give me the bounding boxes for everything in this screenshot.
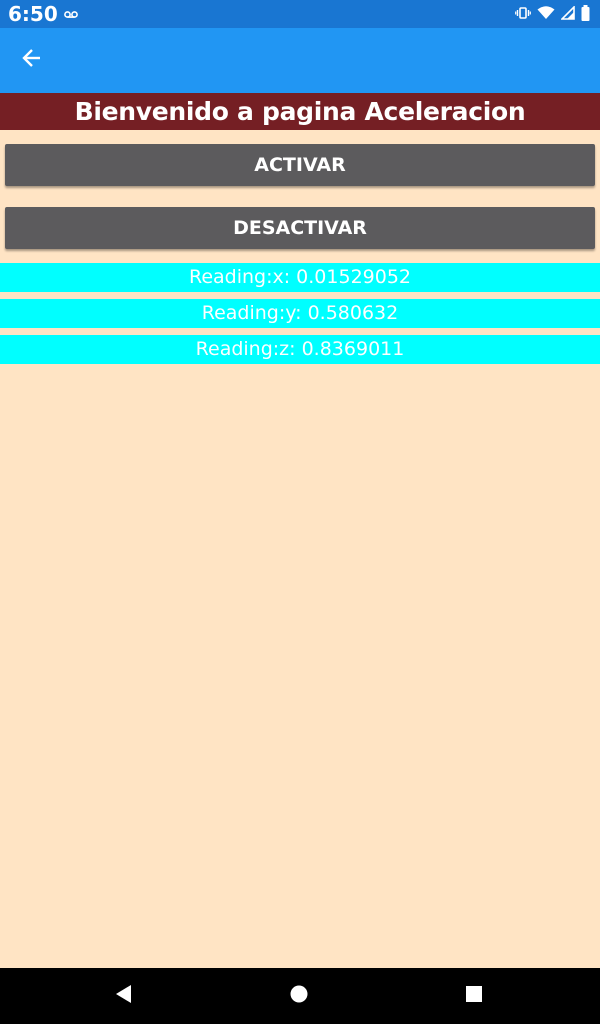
signal-icon [560, 5, 575, 25]
status-bar: 6:50 [0, 0, 600, 28]
voicemail-icon [64, 6, 78, 24]
wifi-icon [537, 6, 555, 25]
nav-home-button[interactable] [285, 982, 313, 1010]
activar-button[interactable]: ACTIVAR [5, 144, 595, 186]
nav-recents-button[interactable] [460, 982, 488, 1010]
nav-back-button[interactable] [110, 982, 138, 1010]
nav-recents-icon [464, 984, 484, 1009]
reading-x: Reading:x: 0.01529052 [0, 263, 600, 292]
page-title: Bienvenido a pagina Aceleracion [0, 93, 600, 130]
app-bar [0, 28, 600, 93]
reading-z: Reading:z: 0.8369011 [0, 335, 600, 364]
vibrate-icon [515, 6, 531, 25]
nav-home-icon [289, 984, 309, 1009]
back-button[interactable] [18, 46, 46, 74]
reading-y: Reading:y: 0.580632 [0, 299, 600, 328]
battery-icon [581, 5, 590, 26]
status-time: 6:50 [8, 2, 58, 26]
navigation-bar [0, 968, 600, 1024]
status-icons [515, 5, 590, 26]
desactivar-button[interactable]: DESACTIVAR [5, 207, 595, 249]
nav-back-icon [114, 984, 134, 1009]
arrow-back-icon [22, 48, 42, 73]
